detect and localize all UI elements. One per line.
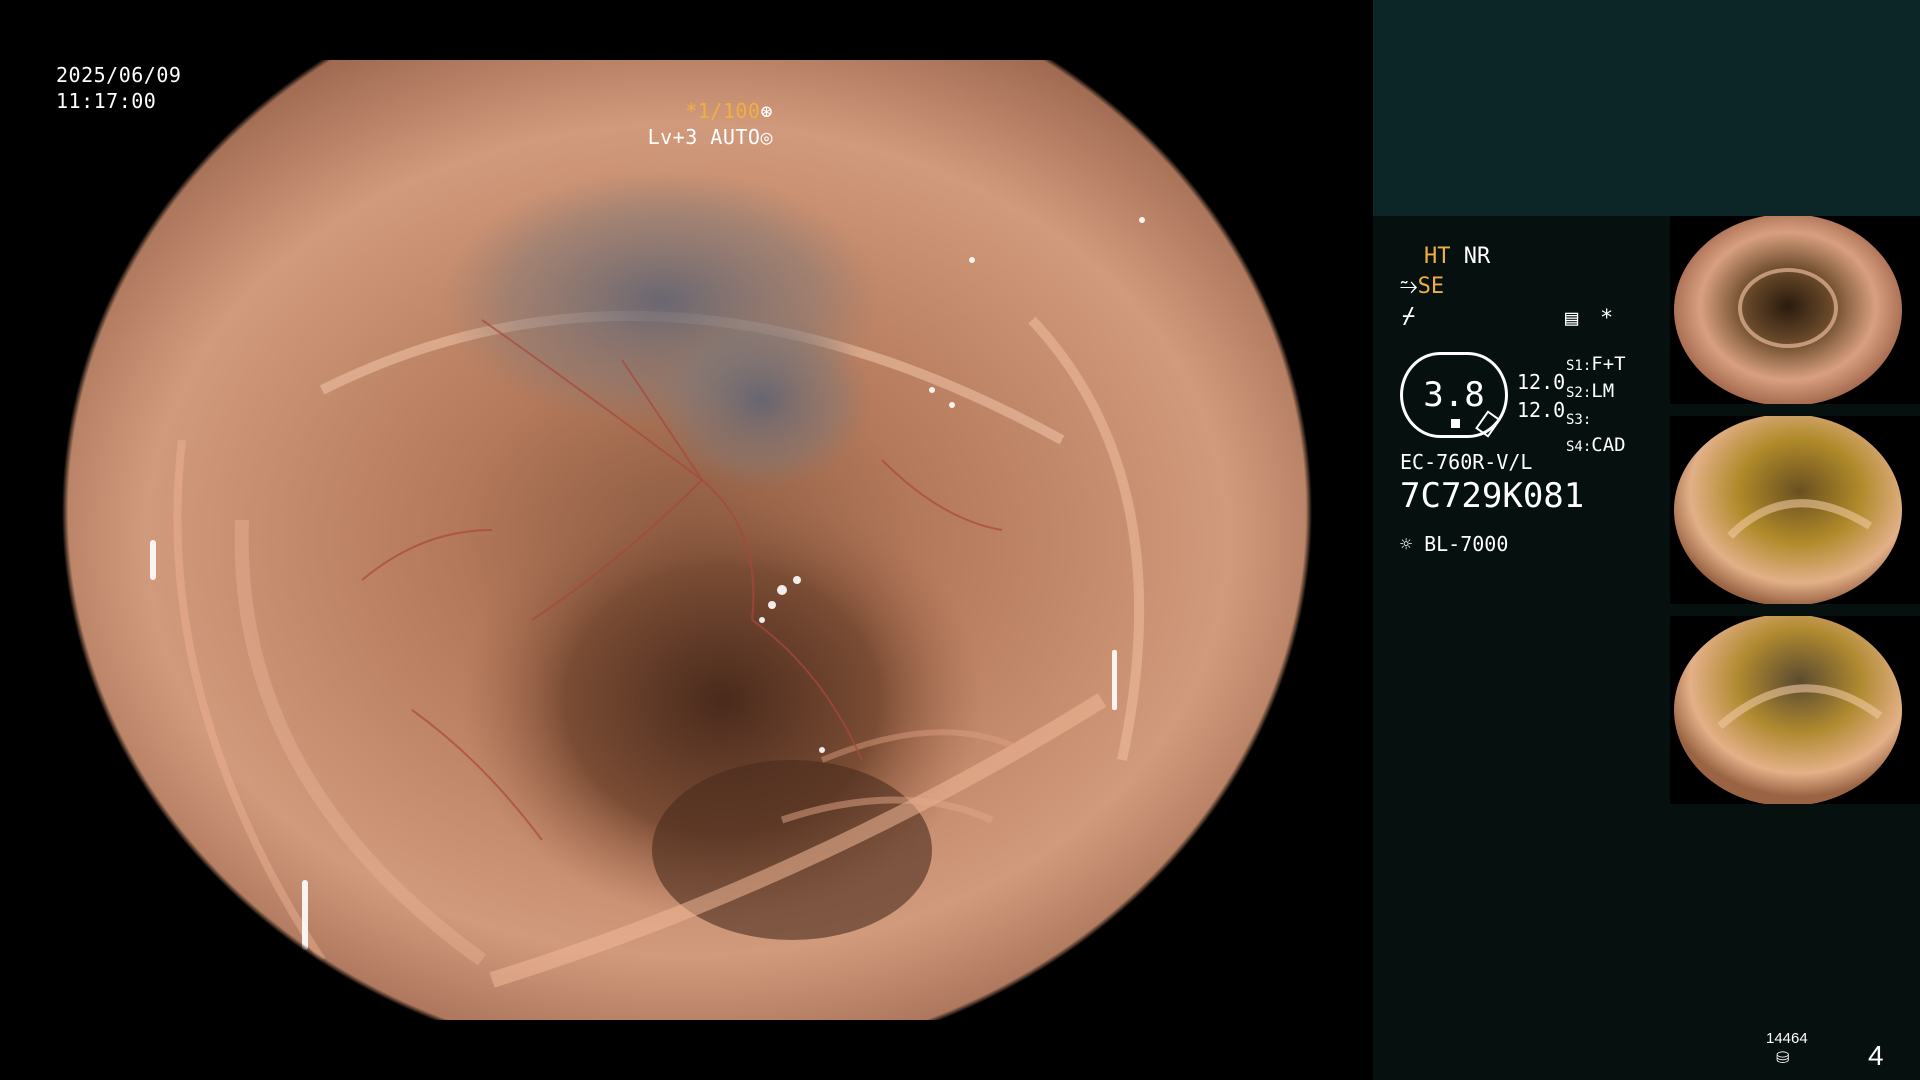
scope-serial: 7C729K081 — [1400, 476, 1585, 516]
thumbnail-capture-3[interactable] — [1670, 616, 1920, 804]
ht-indicator: HT — [1424, 244, 1451, 269]
gauge-bottom-value: 12.0 — [1517, 398, 1566, 422]
gauge-top-value: 12.0 — [1517, 370, 1566, 394]
date-text: 2025/06/09 — [56, 63, 182, 87]
magnification-gauge: 3.8 — [1400, 352, 1508, 438]
nr-indicator: NR — [1463, 244, 1491, 269]
scope-model: EC-760R-V/L — [1400, 450, 1533, 474]
exposure-readout: *1/100⊛ Lv+3 AUTO◎ — [648, 98, 773, 150]
switch-s2: S2:LM — [1566, 380, 1615, 402]
switch-s4: S4:CAD — [1566, 434, 1626, 456]
storage-icon: ⛁ — [1776, 1048, 1790, 1067]
switch-s3: S3: — [1566, 412, 1592, 428]
lightning-icon: ⌿ — [1402, 304, 1416, 329]
endoscope-viewport[interactable]: 2025/06/09 11:17:00 *1/100⊛ Lv+3 AUTO◎ — [0, 0, 1373, 1080]
page-number: 4 — [1868, 1040, 1884, 1071]
auto-iris-icon: ◎ — [760, 125, 773, 149]
scope-bend-icon: ⥲ — [1400, 274, 1418, 299]
settings-menu-icon[interactable]: ▤ — [1565, 306, 1578, 331]
thumbnail-capture-1[interactable] — [1670, 216, 1920, 404]
level-text: Lv+3 AUTO — [647, 125, 761, 149]
scope-switch-list: S1:F+T S2:LM S3: S4:CAD — [1566, 352, 1626, 460]
thumbnail-capture-2[interactable] — [1670, 416, 1920, 604]
endoscope-live-image[interactable] — [62, 60, 1312, 1020]
time-text: 11:17:00 — [56, 89, 157, 113]
se-indicator: SE — [1417, 274, 1445, 299]
light-source-model: BL-7000 — [1424, 532, 1509, 556]
shutter-speed-text: *1/100 — [685, 99, 761, 123]
record-count: 14464 — [1766, 1030, 1808, 1047]
enhancement-row: HT NR — [1424, 244, 1490, 269]
se-row: ⥲SE — [1400, 274, 1444, 299]
asterisk-indicator: * — [1600, 306, 1614, 331]
switch-s1: S1:F+T — [1566, 353, 1626, 375]
gauge-value: 3.8 — [1423, 375, 1485, 415]
gauge-marker — [1451, 419, 1460, 428]
light-source-icon: ☼ — [1400, 532, 1413, 556]
light-source-row: ☼ BL-7000 — [1400, 532, 1508, 556]
timestamp: 2025/06/09 11:17:00 — [56, 62, 181, 114]
panel-header-band — [1373, 0, 1920, 216]
shutter-icon: ⊛ — [760, 99, 773, 123]
